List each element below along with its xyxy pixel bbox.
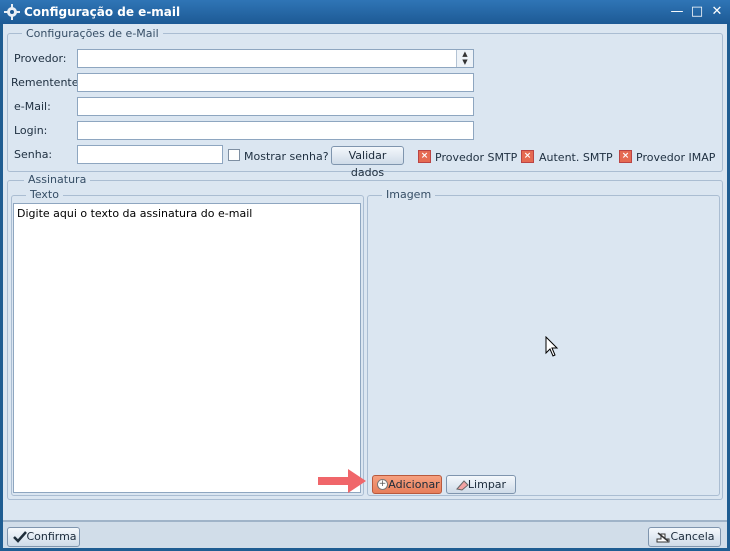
login-input[interactable] (77, 121, 474, 140)
provedor-label: Provedor: (14, 52, 67, 65)
cancel-icon (656, 532, 670, 543)
gear-icon (4, 4, 20, 20)
adicionar-button[interactable]: + Adicionar (372, 475, 442, 494)
provedor-select[interactable]: ▲ ▼ (77, 49, 474, 68)
title-bar[interactable]: Configuração de e-mail — □ ✕ (0, 0, 730, 24)
cancela-button[interactable]: Cancela (648, 527, 721, 547)
check-icon (13, 531, 27, 543)
eraser-icon (456, 480, 469, 491)
email-label: e-Mail: (14, 100, 51, 113)
error-icon: × (619, 150, 632, 163)
texto-legend: Texto (26, 188, 63, 201)
status-provedor-imap: Provedor IMAP (636, 151, 716, 164)
senha-input[interactable] (77, 145, 223, 164)
window-title: Configuração de e-mail (24, 5, 181, 19)
mouse-cursor-icon (545, 336, 559, 357)
limpar-button[interactable]: Limpar (446, 475, 516, 494)
spinner-icon[interactable]: ▲ ▼ (456, 50, 473, 67)
close-button[interactable]: ✕ (708, 3, 726, 21)
error-icon: × (521, 150, 534, 163)
config-group-legend: Configurações de e-Mail (22, 27, 163, 40)
remetente-label: Rementente: (11, 76, 83, 89)
imagem-legend: Imagem (382, 188, 436, 201)
imagem-group (367, 195, 720, 496)
confirma-label: Confirma (26, 530, 77, 543)
login-label: Login: (14, 124, 48, 137)
adicionar-label: Adicionar (388, 478, 440, 491)
limpar-label: Limpar (467, 478, 507, 491)
senha-label: Senha: (14, 148, 53, 161)
assinatura-legend: Assinatura (24, 173, 91, 186)
assinatura-textarea[interactable]: Digite aqui o texto da assinatura do e-m… (13, 203, 361, 493)
error-icon: × (418, 150, 431, 163)
mostrar-senha-checkbox[interactable] (228, 149, 240, 161)
minimize-button[interactable]: — (668, 3, 686, 21)
status-provedor-smtp: Provedor SMTP (435, 151, 518, 164)
mostrar-senha-label: Mostrar senha? (244, 150, 329, 163)
status-autent-smtp: Autent. SMTP (539, 151, 613, 164)
cancela-label: Cancela (670, 530, 715, 543)
validar-dados-button[interactable]: Validar dados (331, 146, 404, 179)
add-image-icon: + (377, 479, 388, 490)
footer-bar (3, 522, 727, 548)
remetente-input[interactable] (77, 73, 474, 92)
email-input[interactable] (77, 97, 474, 116)
pointer-arrow-icon (318, 469, 366, 493)
confirma-button[interactable]: Confirma (7, 527, 80, 547)
maximize-button[interactable]: □ (688, 3, 706, 21)
